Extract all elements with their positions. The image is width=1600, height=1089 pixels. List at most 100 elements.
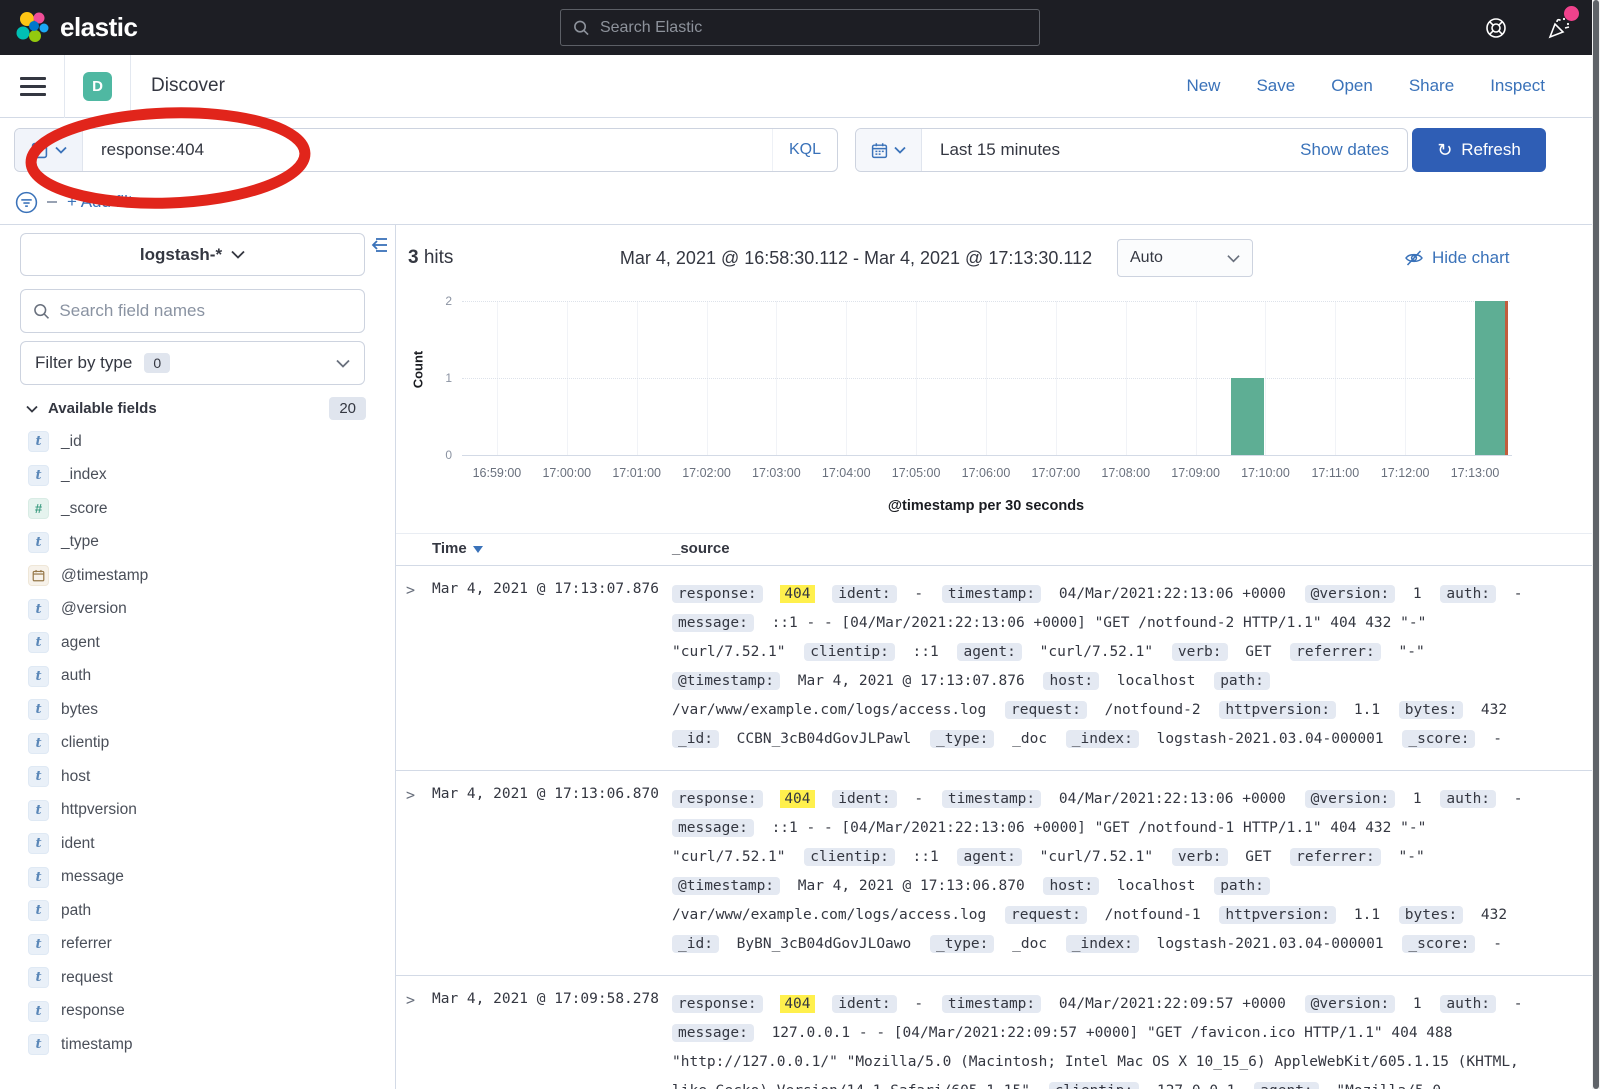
source-value: 1	[1413, 791, 1422, 807]
help-icon[interactable]	[1484, 16, 1508, 40]
global-search-bar[interactable]	[560, 9, 1040, 46]
column-header-time[interactable]: Time	[432, 540, 483, 557]
saved-query-menu[interactable]	[15, 129, 83, 171]
field-name: clientip	[61, 734, 109, 752]
field-name: response	[61, 1002, 125, 1020]
source-value: Mar 4, 2021 @ 17:13:07.876	[798, 673, 1025, 689]
field-item-_score[interactable]: #_score	[28, 498, 368, 519]
divider	[47, 201, 57, 203]
menu-icon[interactable]	[20, 77, 46, 96]
field-item-response[interactable]: tresponse	[28, 1001, 368, 1022]
nav-action-inspect[interactable]: Inspect	[1490, 76, 1545, 96]
expand-row-icon[interactable]: >	[406, 786, 415, 804]
available-fields-header[interactable]: Available fields 20	[26, 397, 366, 420]
source-field-badge: httpversion:	[1219, 906, 1336, 924]
field-item-_index[interactable]: t_index	[28, 465, 368, 486]
source-field-badge: request:	[1005, 906, 1087, 924]
gridline	[462, 378, 1510, 379]
field-search-box[interactable]	[20, 289, 365, 333]
available-fields-count-badge: 20	[329, 397, 366, 420]
source-value: /var/www/example.com/logs/access.log	[672, 907, 986, 923]
page-title: Discover	[151, 75, 225, 97]
source-value: 432	[1481, 907, 1507, 923]
expand-row-icon[interactable]: >	[406, 581, 415, 599]
histogram-chart[interactable]: Count @timestamp per 30 seconds 16:59:00…	[396, 290, 1600, 535]
collapse-sidebar-icon[interactable]	[369, 235, 389, 255]
field-item-_type[interactable]: t_type	[28, 532, 368, 553]
scrollbar-thumb[interactable]	[1593, 0, 1599, 1089]
page-scrollbar[interactable]	[1592, 0, 1600, 1089]
add-filter-button[interactable]: + Add filter	[67, 192, 148, 212]
source-field-badge: message:	[672, 614, 754, 632]
source-field-badge: response:	[672, 585, 763, 603]
field-item-bytes[interactable]: tbytes	[28, 699, 368, 720]
field-item-request[interactable]: trequest	[28, 967, 368, 988]
source-field-badge: _type:	[930, 935, 994, 953]
nav-action-save[interactable]: Save	[1256, 76, 1295, 96]
source-field-badge: timestamp:	[942, 995, 1041, 1013]
query-input[interactable]: response:404	[83, 140, 222, 160]
field-item-referrer[interactable]: treferrer	[28, 934, 368, 955]
discover-app-badge[interactable]: D	[83, 72, 112, 101]
expand-row-icon[interactable]: >	[406, 991, 415, 1009]
x-tick-label: 17:13:00	[1433, 466, 1517, 480]
source-value: CCBN_3cB04dGovJLPawl	[737, 731, 912, 747]
source-field-badge: @timestamp:	[672, 672, 780, 690]
field-item-_id[interactable]: t_id	[28, 431, 368, 452]
histogram-bar[interactable]	[1475, 301, 1508, 455]
field-item-@timestamp[interactable]: @timestamp	[28, 565, 368, 586]
source-field-badge: bytes:	[1399, 701, 1463, 719]
refresh-button[interactable]: ↻ Refresh	[1412, 128, 1546, 172]
gridline	[462, 301, 1510, 302]
source-field-badge: _index:	[1066, 730, 1139, 748]
field-item-message[interactable]: tmessage	[28, 867, 368, 888]
field-name: timestamp	[61, 1036, 133, 1054]
field-item-auth[interactable]: tauth	[28, 666, 368, 687]
date-quick-menu[interactable]	[856, 129, 922, 171]
t-icon: t	[28, 733, 49, 754]
field-item-@version[interactable]: t@version	[28, 599, 368, 620]
field-item-agent[interactable]: tagent	[28, 632, 368, 653]
field-search-input[interactable]	[59, 301, 352, 321]
source-value: /notfound-2	[1105, 702, 1201, 718]
histogram-bar[interactable]	[1231, 378, 1264, 455]
field-name: host	[61, 768, 90, 786]
nav-action-new[interactable]: New	[1186, 76, 1220, 96]
hide-chart-label: Hide chart	[1432, 248, 1509, 268]
source-field-badge: _id:	[672, 935, 719, 953]
elastic-brand[interactable]: elastic	[14, 10, 137, 46]
field-item-host[interactable]: thost	[28, 766, 368, 787]
show-dates-button[interactable]: Show dates	[1282, 140, 1407, 160]
source-value: 127.0.0.1	[1157, 1083, 1236, 1089]
source-highlighted-value: 404	[780, 995, 814, 1013]
source-field-badge: ident:	[832, 995, 896, 1013]
kibana-discover-page: elastic	[0, 0, 1600, 1089]
hide-chart-button[interactable]: Hide chart	[1404, 248, 1509, 268]
query-input-box[interactable]: response:404 KQL	[14, 128, 838, 172]
source-field-badge: _type:	[930, 730, 994, 748]
field-item-httpversion[interactable]: thttpversion	[28, 800, 368, 821]
filter-by-type-label: Filter by type	[35, 353, 132, 373]
field-item-timestamp[interactable]: ttimestamp	[28, 1034, 368, 1055]
field-item-path[interactable]: tpath	[28, 900, 368, 921]
index-pattern-select[interactable]: logstash-*	[20, 233, 365, 276]
source-value: 04/Mar/2021:22:09:57 +0000	[1059, 996, 1286, 1012]
date-picker[interactable]: Last 15 minutes Show dates	[855, 128, 1408, 172]
source-value: -	[1514, 586, 1523, 602]
nav-action-open[interactable]: Open	[1331, 76, 1373, 96]
global-search-input[interactable]	[600, 19, 1027, 37]
filter-by-type-select[interactable]: Filter by type 0	[20, 341, 365, 385]
field-name: referrer	[61, 935, 112, 953]
query-language-button[interactable]: KQL	[772, 129, 837, 171]
source-value: /var/www/example.com/logs/access.log	[672, 702, 986, 718]
field-item-clientip[interactable]: t clientip	[28, 733, 368, 754]
field-item-ident[interactable]: tident	[28, 833, 368, 854]
time-range-value[interactable]: Last 15 minutes	[922, 140, 1078, 160]
fields-sidebar: logstash-* Filter by type 0 Available fi…	[0, 225, 396, 1089]
interval-select[interactable]: Auto	[1117, 239, 1253, 277]
t-icon: t	[28, 666, 49, 687]
nav-action-share[interactable]: Share	[1409, 76, 1454, 96]
filter-icon[interactable]	[14, 190, 39, 215]
source-value: _doc	[1012, 936, 1047, 952]
source-value: GET	[1245, 849, 1271, 865]
